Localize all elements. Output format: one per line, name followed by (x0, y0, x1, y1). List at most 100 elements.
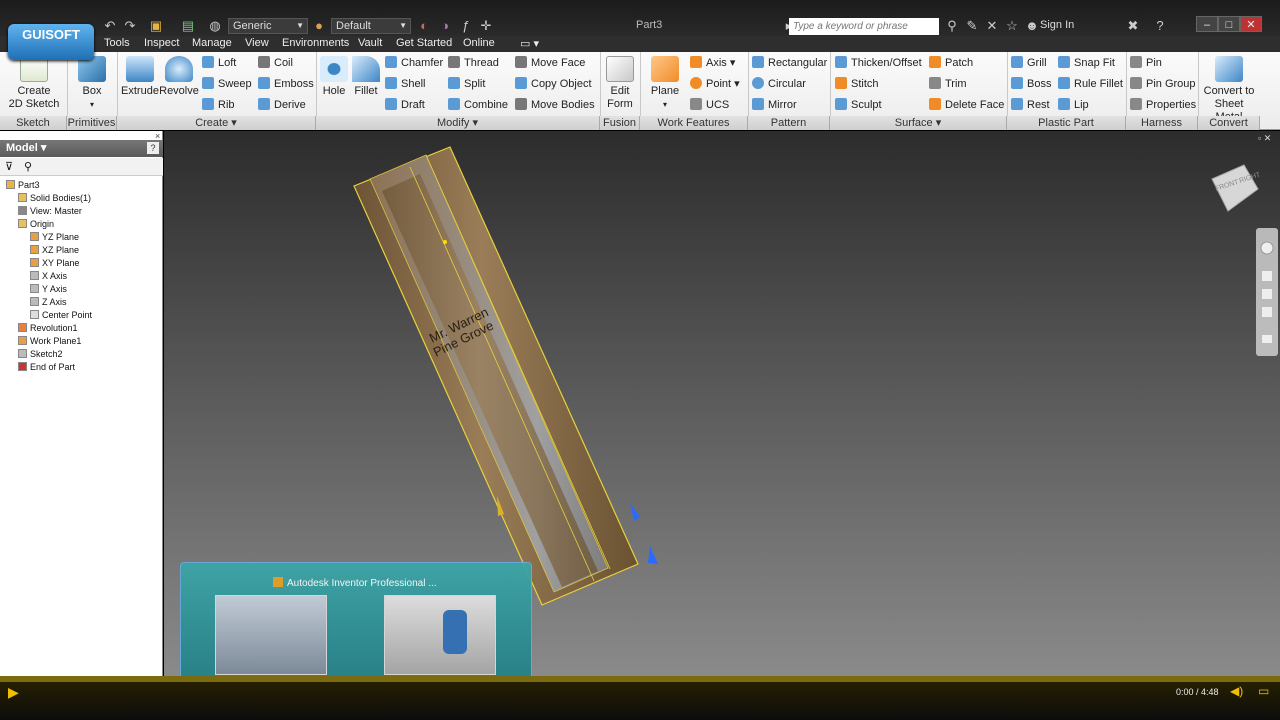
grill-button[interactable]: Grill (1011, 56, 1047, 70)
menu-get-started[interactable]: Get Started (396, 37, 452, 49)
fullscreen-icon[interactable]: ▭ (1258, 684, 1269, 698)
revolve-button[interactable]: Revolve (159, 56, 199, 98)
fillet-button[interactable]: Fillet (350, 56, 382, 98)
ribbon-options-icon[interactable]: ▭ ▾ (520, 37, 539, 50)
video-progress-bar[interactable] (0, 676, 1280, 682)
tree-node[interactable]: Origin (6, 218, 92, 231)
open-icon[interactable]: ▣ (148, 18, 164, 34)
params-icon[interactable]: ◑ (437, 18, 453, 34)
panel-surface[interactable]: Surface ▾ (830, 116, 1007, 130)
tree-node[interactable]: Center Point (6, 309, 92, 322)
tree-node[interactable]: Y Axis (6, 283, 92, 296)
mirror-button[interactable]: Mirror (752, 98, 797, 112)
shell-button[interactable]: Shell (385, 77, 425, 91)
minimize-button[interactable]: – (1196, 16, 1218, 32)
orbit-icon[interactable] (1262, 307, 1272, 317)
point-button[interactable]: Point ▾ (690, 77, 740, 91)
preview-thumbnail-1[interactable] (215, 595, 327, 675)
tree-node[interactable]: Sketch2 (6, 348, 92, 361)
menu-manage[interactable]: Manage (192, 37, 232, 49)
crosshair-icon[interactable]: ✛ (478, 18, 494, 34)
rectangular-pattern-button[interactable]: Rectangular (752, 56, 827, 70)
loft-button[interactable]: Loft (202, 56, 236, 70)
triad-arrow-blue[interactable] (630, 503, 640, 521)
pin-group-button[interactable]: Pin Group (1130, 77, 1196, 91)
tree-node[interactable]: X Axis (6, 270, 92, 283)
menu-inspect[interactable]: Inspect (144, 37, 179, 49)
update-icon[interactable]: ▤ (180, 18, 196, 34)
stitch-button[interactable]: Stitch (835, 77, 879, 91)
tools-icon[interactable]: ✎ (964, 18, 980, 34)
emboss-button[interactable]: Emboss (258, 77, 314, 91)
edit-form-button[interactable]: Edit Form (603, 56, 637, 111)
menu-tools[interactable]: Tools (104, 37, 130, 49)
zoom-icon[interactable] (1262, 289, 1272, 299)
trim-button[interactable]: Trim (929, 77, 967, 91)
properties-button[interactable]: Properties (1130, 98, 1196, 112)
box-button[interactable]: Box ▾ (72, 56, 112, 111)
combine-button[interactable]: Combine (448, 98, 508, 112)
tree-node[interactable]: XY Plane (6, 257, 92, 270)
delete-face-button[interactable]: Delete Face (929, 98, 1004, 112)
tree-node[interactable]: Solid Bodies(1) (6, 192, 92, 205)
extrude-button[interactable]: Extrude (120, 56, 160, 98)
preview-thumbnail-2[interactable] (384, 595, 496, 675)
help-icon[interactable]: ? (1152, 18, 1168, 34)
material-icon[interactable]: ◍ (207, 18, 223, 34)
move-bodies-button[interactable]: Move Bodies (515, 98, 595, 112)
browser-header[interactable]: Model ▾ (0, 140, 163, 157)
draft-button[interactable]: Draft (385, 98, 425, 112)
sign-in-link[interactable]: Sign In (1040, 19, 1074, 31)
tree-node[interactable]: Part3 (6, 179, 92, 192)
material-combo[interactable]: Generic ▼ (228, 18, 308, 34)
rule-fillet-button[interactable]: Rule Fillet (1058, 77, 1123, 91)
redo-icon[interactable]: ↷ (122, 18, 138, 34)
pin-button[interactable]: Pin (1130, 56, 1162, 70)
selection-point[interactable] (443, 240, 447, 244)
axis-button[interactable]: Axis ▾ (690, 56, 735, 70)
favorites-icon[interactable]: ☆ (1004, 18, 1020, 34)
panel-modify[interactable]: Modify ▾ (316, 116, 600, 130)
triad-arrow-blue[interactable] (648, 546, 658, 564)
rib-button[interactable]: Rib (202, 98, 235, 112)
patch-button[interactable]: Patch (929, 56, 973, 70)
ucs-button[interactable]: UCS (690, 98, 729, 112)
circular-pattern-button[interactable]: Circular (752, 77, 806, 91)
fx-icon[interactable]: ƒ (458, 18, 474, 34)
convert-to-sheet-metal-button[interactable]: Convert to Sheet Metal (1200, 56, 1258, 124)
lip-button[interactable]: Lip (1058, 98, 1089, 112)
coil-button[interactable]: Coil (258, 56, 293, 70)
tree-node[interactable]: View: Master (6, 205, 92, 218)
create-2d-sketch-button[interactable]: Create 2D Sketch (8, 56, 60, 111)
play-icon[interactable]: ▶ (8, 684, 19, 701)
copy-object-button[interactable]: Copy Object (515, 77, 592, 91)
binoculars-icon[interactable]: ⚲ (944, 18, 960, 34)
tree-node[interactable]: Revolution1 (6, 322, 92, 335)
tree-node[interactable]: End of Part (6, 361, 92, 374)
menu-vault[interactable]: Vault (358, 37, 382, 49)
tree-node[interactable]: YZ Plane (6, 231, 92, 244)
user-icon[interactable]: ☻ (1024, 18, 1040, 34)
appearance-icon[interactable]: ● (311, 18, 327, 34)
thicken-offset-button[interactable]: Thicken/Offset (835, 56, 922, 70)
thread-button[interactable]: Thread (448, 56, 499, 70)
pan-icon[interactable] (1262, 271, 1272, 281)
derive-button[interactable]: Derive (258, 98, 306, 112)
sweep-button[interactable]: Sweep (202, 77, 252, 91)
tree-node[interactable]: Z Axis (6, 296, 92, 309)
look-at-icon[interactable] (1262, 335, 1272, 343)
viewport-window-controls[interactable]: ▫ ✕ (1258, 133, 1271, 144)
snap-fit-button[interactable]: Snap Fit (1058, 56, 1115, 70)
wrench-icon[interactable]: ✕ (984, 18, 1000, 34)
find-icon[interactable]: ⚲ (24, 160, 32, 173)
appearance-combo[interactable]: Default ▼ (331, 18, 411, 34)
close-button[interactable]: ✕ (1240, 16, 1262, 32)
plane-button[interactable]: Plane ▾ (648, 56, 682, 111)
exchange-icon[interactable]: ✖ (1125, 18, 1141, 34)
browser-help-icon[interactable]: ? (147, 142, 159, 154)
split-button[interactable]: Split (448, 77, 485, 91)
boss-button[interactable]: Boss (1011, 77, 1051, 91)
clear-icon[interactable]: ◐ (416, 18, 432, 34)
menu-online[interactable]: Online (463, 37, 495, 49)
move-face-button[interactable]: Move Face (515, 56, 585, 70)
